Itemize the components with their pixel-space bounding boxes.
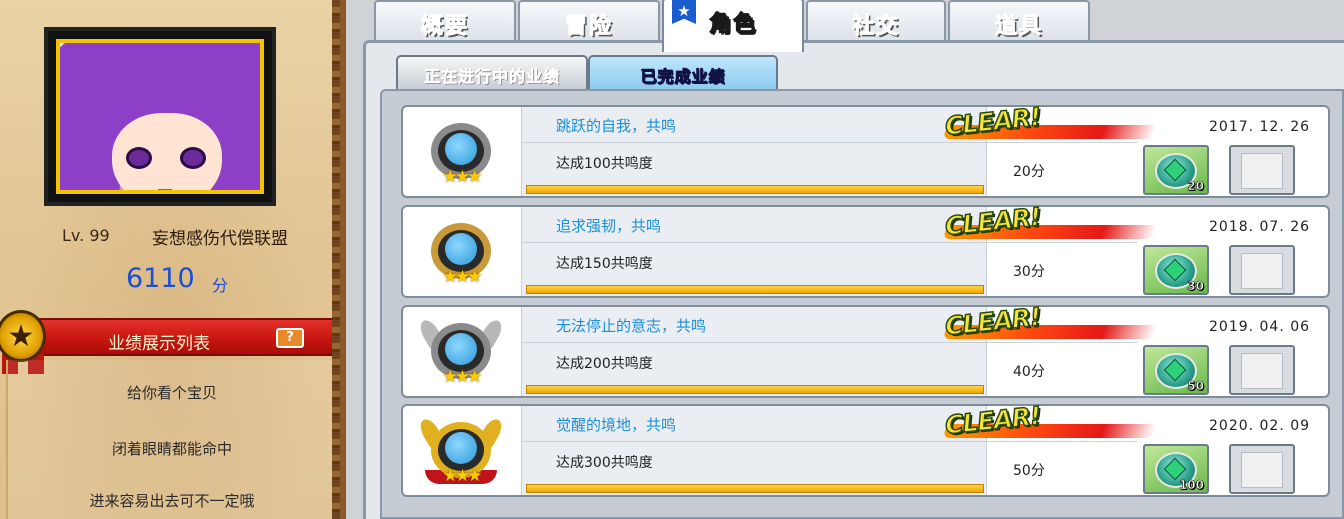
score-cell: 50分 — [987, 441, 1137, 495]
score-cell: 20分 — [987, 142, 1137, 196]
achievement-progress-bar — [526, 185, 984, 194]
reward-count: 30 — [1187, 279, 1204, 294]
empty-reward-slot — [1229, 145, 1295, 195]
subtab-in-progress[interactable]: 正在进行中的业绩 — [396, 55, 588, 89]
achievement-description: 达成100共鸣度 — [556, 156, 653, 172]
achievement-description: 达成150共鸣度 — [556, 256, 653, 272]
achievement-row[interactable]: ★★★ 觉醒的境地，共鸣 达成300共鸣度 50分 CLEAR! 2020. 0… — [401, 400, 1330, 497]
achievement-medal-icon: ★★★ — [421, 119, 501, 189]
active-star-icon: ★ — [672, 0, 696, 24]
achievement-score: 50分 — [1013, 463, 1045, 479]
reward-coin-icon[interactable]: 50 — [1143, 345, 1209, 395]
tab-items[interactable]: 道具 — [948, 0, 1090, 40]
achievement-info: 觉醒的境地，共鸣 达成300共鸣度 — [521, 406, 987, 495]
achievement-medal-icon: ★★★ — [421, 219, 501, 289]
reward-coin-icon[interactable]: 30 — [1143, 245, 1209, 295]
tab-overview[interactable]: 概要 — [374, 0, 516, 40]
completion-date: 2019. 04. 06 — [1209, 319, 1311, 335]
reward-coin-icon[interactable]: 20 — [1143, 145, 1209, 195]
score-cell: 30分 — [987, 242, 1137, 296]
completion-date: 2017. 12. 26 — [1209, 119, 1311, 135]
score-cell: 40分 — [987, 342, 1137, 396]
character-portrait — [56, 39, 264, 194]
achievement-info: 跳跃的自我，共鸣 达成100共鸣度 — [521, 107, 987, 196]
showcase-item[interactable]: 闭着眼睛都能命中 — [8, 438, 336, 459]
showcase-list: 给你看个宝贝 闭着眼睛都能命中 进来容易出去可不一定哦 — [6, 360, 334, 519]
achievement-row[interactable]: ★★★ 追求强韧，共鸣 达成150共鸣度 30分 CLEAR! 2018. 07… — [401, 201, 1330, 298]
achievement-row[interactable]: ★★★ 跳跃的自我，共鸣 达成100共鸣度 20分 CLEAR! 2017. 1… — [401, 101, 1330, 198]
achievement-info: 无法停止的意志，共鸣 达成200共鸣度 — [521, 307, 987, 396]
reward-count: 50 — [1187, 379, 1204, 394]
tab-character[interactable]: ★ 角色 — [662, 0, 804, 52]
achievement-title: 觉醒的境地，共鸣 — [556, 416, 677, 434]
achievement-title: 追求强韧，共鸣 — [556, 217, 662, 235]
help-button[interactable]: ? — [276, 328, 304, 348]
achievement-medal-icon: ★★★ — [416, 317, 506, 389]
showcase-banner: 业绩展示列表 ? — [30, 318, 340, 356]
tab-adventure[interactable]: 冒险 — [518, 0, 660, 40]
character-level: Lv. 99 — [62, 226, 110, 245]
achievement-progress-bar — [526, 484, 984, 493]
completion-date: 2020. 02. 09 — [1209, 418, 1311, 434]
achievement-info: 追求强韧，共鸣 达成150共鸣度 — [521, 207, 987, 296]
achievement-row[interactable]: ★★★ 无法停止的意志，共鸣 达成200共鸣度 40分 CLEAR! 2019.… — [401, 301, 1330, 398]
empty-reward-slot — [1229, 345, 1295, 395]
achievement-points: 6110 — [126, 263, 195, 294]
achievement-score: 30分 — [1013, 264, 1045, 280]
empty-reward-slot — [1229, 245, 1295, 295]
reward-count: 20 — [1187, 179, 1204, 194]
achievement-medal-icon: ★★★ — [416, 416, 506, 488]
showcase-banner-label: 业绩展示列表 — [108, 334, 210, 354]
achievement-score: 40分 — [1013, 364, 1045, 380]
empty-reward-slot — [1229, 444, 1295, 494]
showcase-item[interactable]: 进来容易出去可不一定哦 — [8, 490, 336, 511]
character-title: 妄想感伤代偿联盟 — [152, 229, 288, 249]
points-unit: 分 — [212, 276, 229, 295]
achievement-description: 达成200共鸣度 — [556, 356, 653, 372]
achievement-progress-bar — [526, 285, 984, 294]
character-portrait-frame — [44, 27, 276, 206]
achievement-title: 无法停止的意志，共鸣 — [556, 317, 707, 335]
achievement-description: 达成300共鸣度 — [556, 455, 653, 471]
reward-count: 100 — [1178, 478, 1205, 493]
achievement-title: 跳跃的自我，共鸣 — [556, 117, 677, 135]
profile-panel: Lv. 99 妄想感伤代偿联盟 6110 分 业绩展示列表 ? ★ 给你看个宝贝… — [0, 0, 346, 519]
reward-coin-icon[interactable]: 100 — [1143, 444, 1209, 494]
achievement-progress-bar — [526, 385, 984, 394]
showcase-item[interactable]: 给你看个宝贝 — [8, 382, 336, 403]
achievement-score: 20分 — [1013, 164, 1045, 180]
completion-date: 2018. 07. 26 — [1209, 219, 1311, 235]
subtab-completed[interactable]: 已完成业绩 — [588, 55, 778, 89]
tab-social[interactable]: 社交 — [806, 0, 946, 40]
